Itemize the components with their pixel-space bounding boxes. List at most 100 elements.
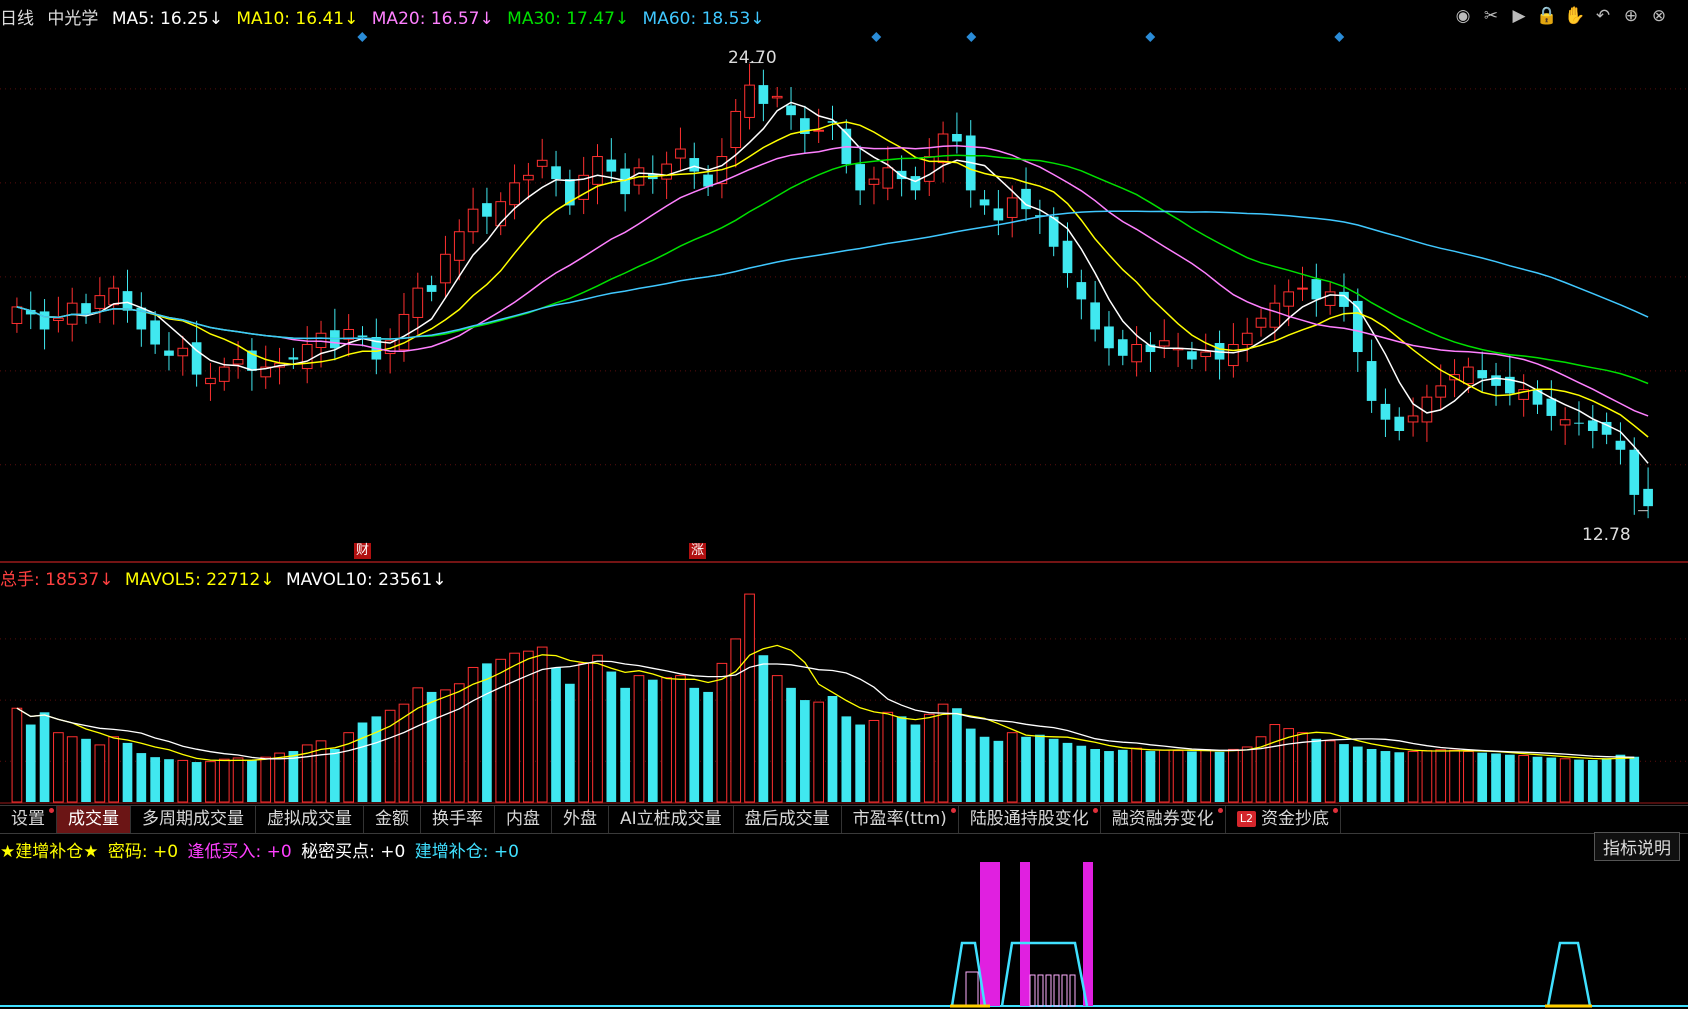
event-diamond-marker <box>1145 32 1156 42</box>
hand-icon[interactable]: ✋ <box>1564 5 1586 27</box>
tab-notify-dot <box>1217 808 1223 813</box>
volume-bar <box>813 701 825 803</box>
period-label: 日线 <box>0 9 34 29</box>
candle-body <box>1574 422 1584 424</box>
volume-bar <box>868 719 880 803</box>
tab-label: 金额 <box>375 809 409 829</box>
tab-label: 盘后成交量 <box>744 809 830 829</box>
candle-body <box>205 377 216 385</box>
moving-average-layer <box>16 32 1649 464</box>
tab-4[interactable]: 金额 <box>364 806 421 833</box>
volume-bar <box>122 742 133 802</box>
volume-bar <box>703 691 713 802</box>
volume-bar <box>716 662 728 803</box>
volume-bar <box>357 722 368 802</box>
volume-bar <box>39 712 50 802</box>
financial-report-marker[interactable]: 财 <box>354 543 372 559</box>
stock-name: 中光学 <box>47 9 99 29</box>
volume-bar <box>412 687 424 803</box>
volume-bar <box>1228 748 1239 803</box>
volume-bar <box>1366 749 1377 802</box>
mavol10-line <box>16 660 1635 760</box>
volume-bar <box>1035 734 1045 802</box>
volume-bar <box>1394 752 1405 802</box>
volume-bar <box>827 696 838 802</box>
close-icon[interactable]: ⊗ <box>1648 5 1670 27</box>
candle-body <box>952 133 962 142</box>
candle-body <box>882 167 894 189</box>
zoom-in-icon[interactable]: ⊕ <box>1620 5 1642 27</box>
tab-10[interactable]: 市盈率(ttm) <box>842 806 959 833</box>
tab-0[interactable]: 设置 <box>0 806 57 833</box>
tab-7[interactable]: 外盘 <box>552 806 609 833</box>
tab-1[interactable]: 成交量 <box>57 806 131 833</box>
candle-body <box>150 320 160 345</box>
indicator-help-button[interactable]: 指标说明 <box>1594 832 1680 861</box>
tab-notify-dot <box>1332 808 1338 813</box>
candle-body <box>1255 317 1267 328</box>
tab-9[interactable]: 盘后成交量 <box>734 806 842 833</box>
tab-2[interactable]: 多周期成交量 <box>131 806 256 833</box>
volume-bar <box>426 691 437 802</box>
candle-body <box>786 105 796 116</box>
candle-body <box>1394 416 1405 431</box>
candle-body <box>1366 361 1377 401</box>
tab-13[interactable]: L2 资金抄底 <box>1226 806 1341 833</box>
volume-bar <box>1421 750 1433 803</box>
candle-body <box>1629 449 1640 495</box>
tab-11[interactable]: 陆股通持股变化 <box>959 806 1101 833</box>
candle-body <box>1297 287 1308 290</box>
candle-body <box>1324 291 1336 306</box>
undo-icon[interactable]: ↶ <box>1592 5 1614 27</box>
tab-5[interactable]: 换手率 <box>421 806 495 833</box>
tab-3[interactable]: 虚拟成交量 <box>256 806 364 833</box>
volume-bar <box>1241 746 1253 803</box>
volume-bar <box>136 753 147 802</box>
tab-label: 内盘 <box>506 809 540 829</box>
candle-body <box>993 208 1004 221</box>
ma30-label: MA30: 17.47↓ <box>507 9 630 29</box>
tab-8[interactable]: AI立桩成交量 <box>609 806 734 833</box>
indicator-tab-bar: 设置 成交量 多周期成交量 虚拟成交量 金额 换手率 内盘 外盘 AI立桩成交量 盘后成交量 市盈率… <box>0 805 1688 834</box>
play-icon[interactable]: ▶ <box>1508 5 1530 27</box>
volume-bar <box>1352 746 1363 802</box>
candle-body <box>551 166 561 180</box>
volume-bar <box>771 675 783 803</box>
candle-body <box>1283 291 1295 307</box>
lock-icon[interactable]: 🔒 <box>1536 5 1558 27</box>
volume-bar <box>937 703 949 803</box>
tab-label: 融资融券变化 <box>1111 809 1214 829</box>
candle-body <box>1491 375 1501 386</box>
volume-bar <box>150 757 160 802</box>
indicator-magenta-bar <box>980 862 1000 1006</box>
indicator-pink-tick <box>1069 974 1076 1007</box>
eye-icon[interactable]: ◉ <box>1452 5 1474 27</box>
volume-bar <box>952 708 962 802</box>
limit-up-marker[interactable]: 涨 <box>689 543 707 559</box>
tab-label: 陆股通持股变化 <box>969 809 1089 829</box>
volume-bar <box>1546 757 1557 802</box>
tab-12[interactable]: 融资融券变化 <box>1101 806 1226 833</box>
candle-body <box>1131 344 1142 363</box>
tab-label: 设置 <box>11 809 45 829</box>
candle-body <box>453 231 465 261</box>
volume-bar <box>1311 738 1322 802</box>
volume-bar <box>218 758 230 803</box>
candle-body <box>1117 339 1128 356</box>
candle-body <box>813 129 825 132</box>
candle-body <box>1241 332 1253 346</box>
tab-6[interactable]: 内盘 <box>495 806 552 833</box>
volume-bar <box>1076 745 1087 802</box>
scissors-icon[interactable]: ✂ <box>1480 5 1502 27</box>
candle-body <box>482 203 492 217</box>
event-diamond-marker <box>966 32 977 42</box>
volume-bar <box>1518 755 1530 803</box>
indicator-pink-tick <box>965 971 979 1007</box>
volume-bar <box>606 671 617 802</box>
candle-body <box>11 306 23 324</box>
candle-body <box>1463 366 1474 385</box>
volume-bar <box>1104 751 1114 802</box>
indicator-pink-tick <box>1053 974 1060 1007</box>
low-price-label: 12.78 <box>1582 525 1631 545</box>
candle-body <box>39 311 50 330</box>
